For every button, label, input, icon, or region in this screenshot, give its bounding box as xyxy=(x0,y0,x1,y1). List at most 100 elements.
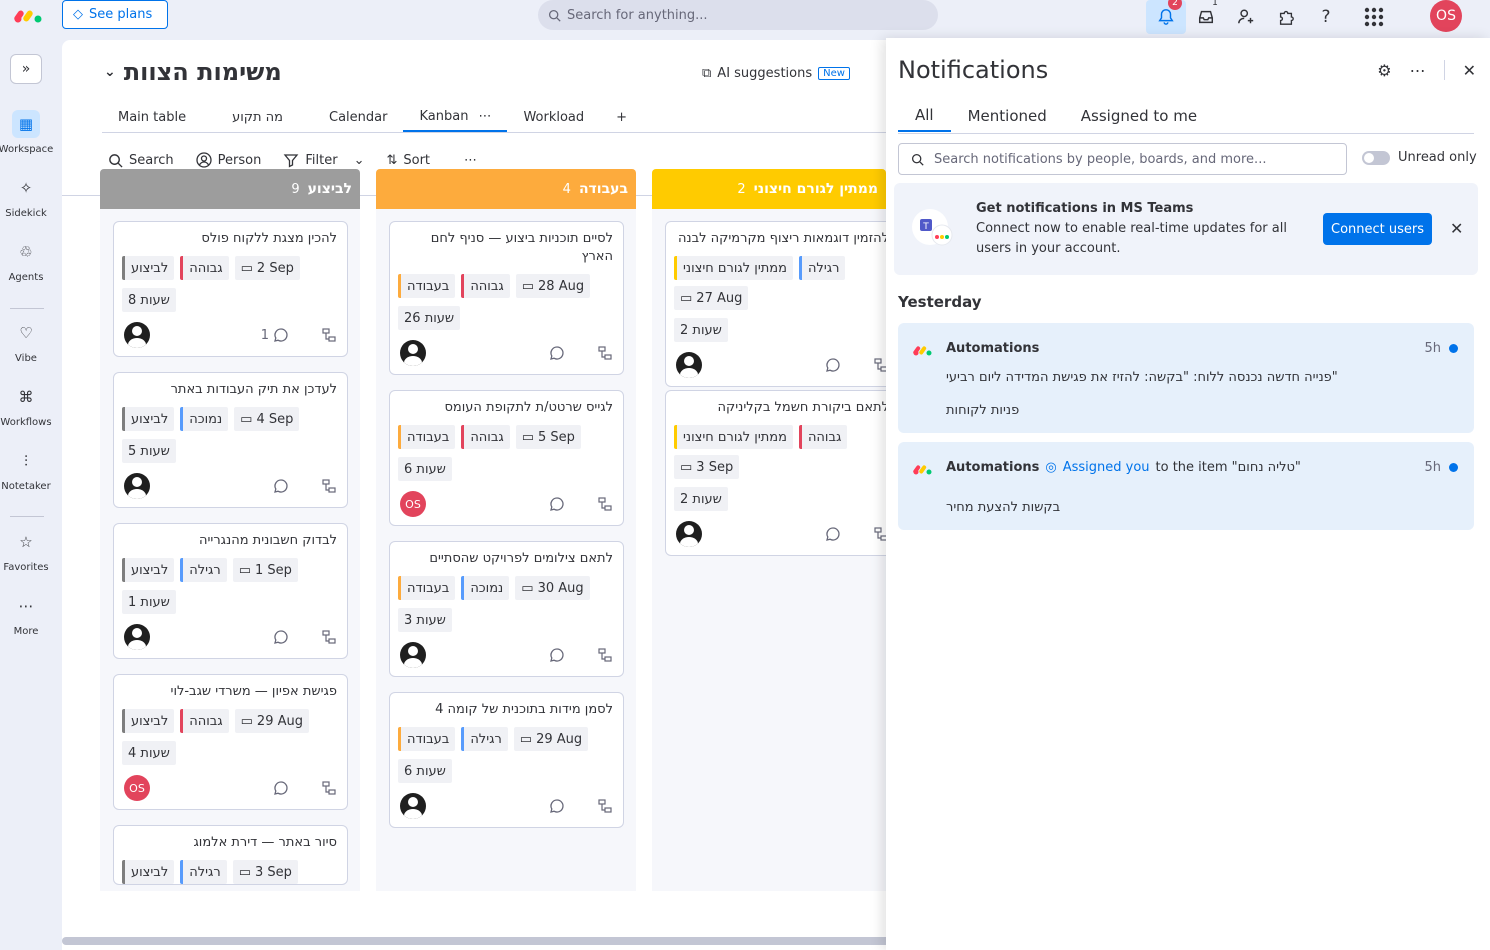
sidebar-item-notetaker[interactable]: ⫶ Notetaker xyxy=(0,447,52,492)
status-tag[interactable]: ממתין לגורם חיצוני xyxy=(674,425,793,449)
sidebar-item-favorites[interactable]: ☆ Favorites xyxy=(0,528,52,573)
tab-workload[interactable]: Workload xyxy=(507,102,600,132)
priority-tag[interactable]: נמוכה xyxy=(180,407,229,431)
toggle-switch[interactable] xyxy=(1362,150,1390,165)
hours-tag[interactable]: 2 שעות xyxy=(674,318,728,342)
subitems-icon[interactable] xyxy=(597,798,613,814)
subitems-icon[interactable] xyxy=(321,629,337,645)
hours-tag[interactable]: 3 שעות xyxy=(398,608,452,632)
status-tag[interactable]: ממתין לגורם חיצוני xyxy=(674,256,793,280)
unread-only-toggle[interactable]: Unread only xyxy=(1362,150,1477,165)
add-view-button[interactable]: + xyxy=(600,102,643,132)
comment-button[interactable] xyxy=(269,780,289,796)
status-tag[interactable]: בעבודה xyxy=(398,576,456,600)
sidebar-item-more[interactable]: ⋯ More xyxy=(0,592,52,637)
priority-tag[interactable]: גבוהה xyxy=(180,709,229,733)
sidebar-item-sidekick[interactable]: ✧ Sidekick xyxy=(0,174,52,219)
status-tag[interactable]: בעבודה xyxy=(398,274,456,298)
priority-tag[interactable]: גבוהה xyxy=(461,425,510,449)
filter-button[interactable]: Filter ⌄ xyxy=(283,152,364,168)
priority-tag[interactable]: רגילה xyxy=(798,256,846,280)
global-search-input[interactable]: Search for anything... xyxy=(538,0,938,30)
tab-calendar[interactable]: Calendar xyxy=(313,102,403,132)
tab-kanban[interactable]: Kanban ⋯ xyxy=(403,102,508,132)
user-avatar[interactable]: OS xyxy=(1430,0,1462,32)
settings-gear-icon[interactable]: ⚙ xyxy=(1377,61,1391,80)
invite-members-button[interactable] xyxy=(1226,0,1266,34)
date-tag[interactable]: ▭ 28 Aug xyxy=(515,274,591,298)
comment-button[interactable] xyxy=(821,357,841,373)
date-tag[interactable]: ▭ 30 Aug xyxy=(515,576,590,600)
person-avatar-icon[interactable] xyxy=(124,322,150,348)
notification-search-input[interactable]: Search notifications by people, boards, … xyxy=(898,143,1347,175)
comment-button[interactable] xyxy=(545,647,565,663)
notifications-button[interactable]: 2 xyxy=(1146,0,1186,34)
notification-item[interactable]: Automations ◎ Assigned you to the item "… xyxy=(898,442,1474,530)
kanban-card[interactable]: להזמין דוגמאות ריצוף מקרמיקה לבנה ממתין ל… xyxy=(665,221,886,387)
close-icon[interactable]: ✕ xyxy=(1450,219,1463,238)
hours-tag[interactable]: 6 שעות xyxy=(398,759,452,783)
kanban-card[interactable]: לסיים תוכניות ביצוע — סניף לחם הארץ בעבוד… xyxy=(389,221,624,375)
comment-button[interactable] xyxy=(545,798,565,814)
tab-stuck[interactable]: מה תקוע xyxy=(202,102,313,132)
horizontal-scrollbar[interactable] xyxy=(62,937,892,945)
subitems-icon[interactable] xyxy=(597,345,613,361)
person-avatar-icon[interactable] xyxy=(676,521,702,547)
hours-tag[interactable]: 1 שעות xyxy=(122,590,176,614)
priority-tag[interactable]: גבוהה xyxy=(180,256,229,280)
inbox-button[interactable]: 1 xyxy=(1186,0,1226,34)
comment-button[interactable] xyxy=(821,526,841,542)
hours-tag[interactable]: 2 שעות xyxy=(674,487,728,511)
column-header[interactable]: ממתין לגורם חיצוני 2 xyxy=(652,169,886,209)
sidebar-item-vibe[interactable]: ♡ Vibe xyxy=(0,319,52,364)
kanban-card[interactable]: לבדוק חשבונית מהנגרייה לביצוע רגילה ▭ 1 Sep 1… xyxy=(113,523,348,659)
person-avatar-icon[interactable] xyxy=(676,352,702,378)
date-tag[interactable]: ▭ 3 Sep xyxy=(232,860,298,884)
person-avatar-icon[interactable] xyxy=(124,624,150,650)
comment-button[interactable]: 1 xyxy=(261,327,289,343)
priority-tag[interactable]: נמוכה xyxy=(461,576,510,600)
kanban-card[interactable]: להכין מצגת ללקוח פולס לביצוע גבוהה ▭ 2 Sep 8 … xyxy=(113,221,348,357)
board-title[interactable]: משימות הצוות ⌄ xyxy=(104,58,282,86)
apps-grid-button[interactable] xyxy=(1354,0,1394,34)
notification-item[interactable]: Automations 5h "פנייה חדשה נכנסה ללוח: "… xyxy=(898,323,1474,433)
status-tag[interactable]: לביצוע xyxy=(122,558,175,582)
hours-tag[interactable]: 4 שעות xyxy=(122,741,176,765)
person-avatar-icon[interactable] xyxy=(400,340,426,366)
person-avatar-icon[interactable] xyxy=(400,642,426,668)
subitems-icon[interactable] xyxy=(873,526,886,542)
date-tag[interactable]: ▭ 3 Sep xyxy=(674,455,740,479)
tab-assigned-to-me[interactable]: Assigned to me xyxy=(1064,100,1214,132)
more-options-icon[interactable]: ⋯ xyxy=(1410,61,1426,80)
unread-dot[interactable] xyxy=(1449,344,1458,353)
priority-tag[interactable]: גבוהה xyxy=(461,274,510,298)
see-plans-button[interactable]: ◇ See plans xyxy=(62,0,168,29)
chevron-down-icon[interactable]: ⌄ xyxy=(354,153,365,168)
priority-tag[interactable]: רגילה xyxy=(180,860,227,884)
priority-tag[interactable]: רגילה xyxy=(180,558,227,582)
hours-tag[interactable]: 6 שעות xyxy=(398,457,452,481)
subitems-icon[interactable] xyxy=(321,327,337,343)
comment-button[interactable] xyxy=(269,478,289,494)
date-tag[interactable]: ▭ 1 Sep xyxy=(232,558,298,582)
kanban-card[interactable]: לתאם ביקורת חשמל בקליניקה ממתין לגורם חיצ… xyxy=(665,390,886,556)
apps-marketplace-button[interactable] xyxy=(1266,0,1306,34)
close-icon[interactable]: ✕ xyxy=(1463,61,1476,80)
monday-logo[interactable] xyxy=(12,6,44,26)
subitems-icon[interactable] xyxy=(597,496,613,512)
comment-button[interactable] xyxy=(269,629,289,645)
expand-sidebar-button[interactable]: » xyxy=(10,54,42,84)
date-tag[interactable]: ▭ 29 Aug xyxy=(234,709,309,733)
help-button[interactable]: ? xyxy=(1306,0,1346,34)
date-tag[interactable]: ▭ 4 Sep xyxy=(234,407,300,431)
status-tag[interactable]: בעבודה xyxy=(398,425,456,449)
kanban-card[interactable]: פגישת אפיון — משרדי שגב-לוי לביצוע גבוהה ▭ 2… xyxy=(113,674,348,810)
column-header[interactable]: בעבודה 4 xyxy=(376,169,636,209)
owner-avatar[interactable]: OS xyxy=(400,491,426,517)
subitems-icon[interactable] xyxy=(597,647,613,663)
comment-button[interactable] xyxy=(545,496,565,512)
hours-tag[interactable]: 8 שעות xyxy=(122,288,176,312)
connect-users-button[interactable]: Connect users xyxy=(1323,213,1433,245)
notification-board-link[interactable]: בקשות להצעת מחיר xyxy=(946,500,1060,515)
subitems-icon[interactable] xyxy=(321,478,337,494)
